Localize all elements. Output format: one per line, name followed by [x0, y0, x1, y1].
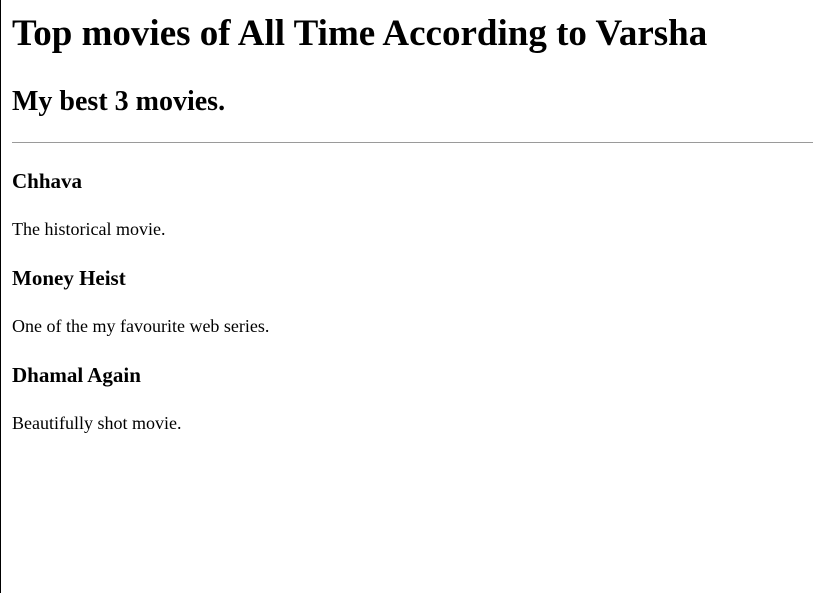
movie-title-money-heist: Money Heist — [12, 266, 126, 290]
movie-description-money-heist: One of the my favourite web series. — [12, 316, 270, 336]
movie-description-chhava: The historical movie. — [12, 219, 166, 239]
movie-title-chhava: Chhava — [12, 169, 83, 193]
movie-title-dhamal-again: Dhamal Again — [12, 363, 141, 387]
divider — [12, 142, 813, 143]
page-subtitle: My best 3 movies. — [12, 86, 226, 117]
window-left-edge — [0, 0, 1, 593]
movie-description-dhamal-again: Beautifully shot movie. — [12, 413, 182, 433]
page-title: Top movies of All Time According to Vars… — [12, 13, 708, 54]
